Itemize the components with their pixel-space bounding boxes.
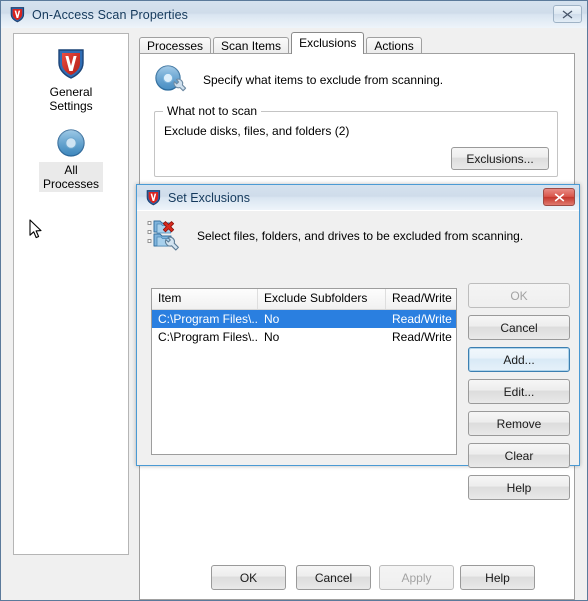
list-header-row: Item Exclude Subfolders Read/Write: [152, 289, 456, 310]
vshield-icon: [9, 6, 26, 23]
table-row[interactable]: C:\Program Files\... No Read/Write: [152, 328, 456, 346]
tab-exclusions[interactable]: Exclusions: [291, 32, 365, 54]
ok-button[interactable]: OK: [211, 565, 286, 590]
cancel-button[interactable]: Cancel: [296, 565, 371, 590]
close-glyph: [562, 9, 573, 19]
main-titlebar[interactable]: On-Access Scan Properties: [1, 1, 587, 29]
disk-wrench-icon: [154, 64, 187, 96]
close-icon[interactable]: [553, 5, 582, 23]
cell-item: C:\Program Files\...: [158, 312, 258, 326]
groupbox-what-not-to-scan: What not to scan Exclude disks, files, a…: [154, 104, 558, 177]
dialog-ok-button: OK: [468, 283, 570, 308]
dialog-clear-button[interactable]: Clear: [468, 443, 570, 468]
groupbox-title: What not to scan: [163, 104, 262, 118]
sidebar-item-general-settings[interactable]: General Settings: [14, 48, 128, 114]
table-row[interactable]: C:\Program Files\... No Read/Write: [152, 310, 456, 328]
exclusions-list[interactable]: Item Exclude Subfolders Read/Write C:\Pr…: [151, 288, 457, 455]
sidebar: General Settings All Processes: [13, 33, 129, 555]
cell-exclude-subfolders: No: [264, 312, 280, 326]
dialog-title: Set Exclusions: [168, 190, 250, 205]
sidebar-item-all-processes-label: All Processes: [38, 162, 104, 192]
dialog-help-button[interactable]: Help: [468, 475, 570, 500]
set-exclusions-dialog: Set Exclusions Select files, folders, an…: [136, 184, 580, 500]
dialog-edit-button[interactable]: Edit...: [468, 379, 570, 404]
cell-item: C:\Program Files\...: [158, 330, 258, 344]
footer-buttons: OK Cancel Apply Help: [1, 565, 587, 590]
page-description: Specify what items to exclude from scann…: [203, 73, 444, 87]
close-glyph: [554, 192, 564, 202]
vshield-icon: [145, 189, 162, 206]
dialog-remove-button[interactable]: Remove: [468, 411, 570, 436]
sidebar-item-general-settings-label: General Settings: [49, 85, 93, 113]
blue-circle-icon: [56, 128, 86, 158]
page-header: Specify what items to exclude from scann…: [140, 54, 574, 96]
column-header-item[interactable]: Item: [152, 289, 258, 309]
exclusions-button[interactable]: Exclusions...: [451, 147, 549, 170]
main-window-title: On-Access Scan Properties: [32, 7, 189, 22]
dialog-description: Select files, folders, and drives to be …: [197, 229, 524, 243]
cell-read-write: Read/Write: [392, 312, 452, 326]
dialog-close-icon[interactable]: [543, 188, 575, 206]
help-button[interactable]: Help: [460, 565, 535, 590]
column-header-read-write[interactable]: Read/Write: [386, 289, 456, 309]
sidebar-item-all-processes[interactable]: All Processes: [14, 128, 128, 192]
apply-button: Apply: [379, 565, 454, 590]
shield-icon: [56, 48, 86, 80]
cell-read-write: Read/Write: [392, 330, 452, 344]
dialog-button-column: OK Cancel Add... Edit... Remove Clear He…: [468, 283, 570, 507]
column-header-exclude-subfolders[interactable]: Exclude Subfolders: [258, 289, 386, 309]
dialog-body: Select files, folders, and drives to be …: [137, 210, 579, 500]
dialog-add-button[interactable]: Add...: [468, 347, 570, 372]
dialog-titlebar[interactable]: Set Exclusions: [137, 185, 579, 211]
tab-strip: Processes Scan Items Exclusions Actions: [139, 32, 575, 56]
dialog-header: Select files, folders, and drives to be …: [137, 211, 579, 253]
folder-exclude-wrench-icon: [147, 219, 183, 253]
cell-exclude-subfolders: No: [264, 330, 280, 344]
exclude-summary-text: Exclude disks, files, and folders (2): [164, 124, 350, 138]
dialog-cancel-button[interactable]: Cancel: [468, 315, 570, 340]
